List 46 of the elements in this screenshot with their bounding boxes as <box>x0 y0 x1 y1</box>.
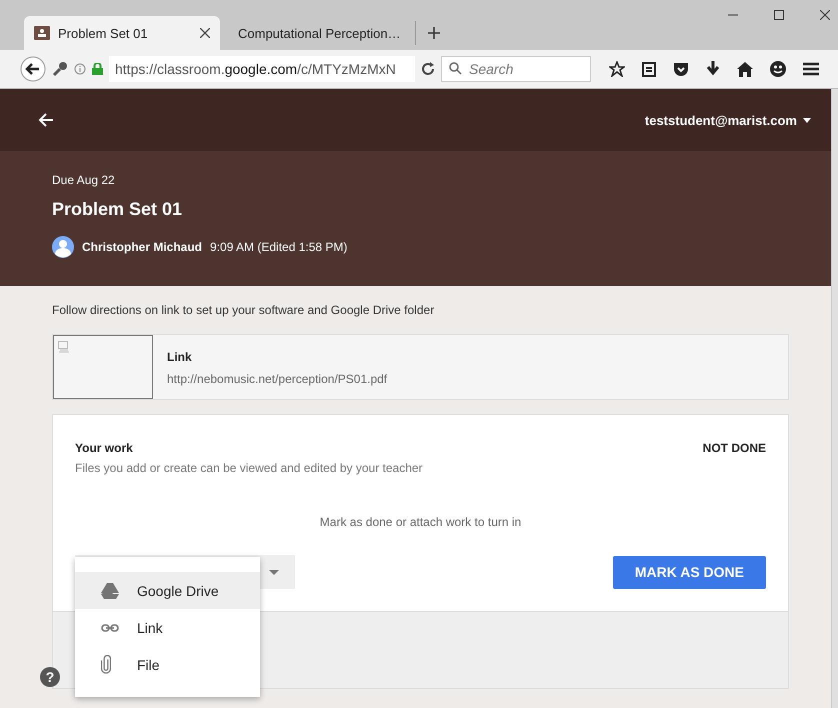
attachment-title: Link <box>167 350 193 364</box>
work-hint: Mark as done or attach work to turn in <box>318 515 522 529</box>
link-icon <box>101 624 119 632</box>
avatar-icon <box>52 236 74 258</box>
lock-icon <box>92 63 103 75</box>
assignment-title: Problem Set 01 <box>52 199 184 220</box>
browser-tab[interactable]: Computational Perception… <box>220 21 416 45</box>
due-date: Due Aug 22 <box>52 173 116 187</box>
info-icon[interactable] <box>74 63 86 75</box>
key-icon[interactable] <box>52 61 68 77</box>
smiley-icon[interactable] <box>770 61 786 77</box>
reload-icon[interactable] <box>421 62 435 76</box>
search-field[interactable]: Search <box>441 56 591 82</box>
menu-icon[interactable] <box>803 62 819 76</box>
attachment-url: http://nebomusic.net/perception/PS01.pdf <box>167 372 388 386</box>
back-arrow-icon[interactable] <box>38 112 54 128</box>
star-icon[interactable] <box>609 61 625 77</box>
maximize-icon[interactable] <box>774 10 784 20</box>
work-subtitle: Files you add or create can be viewed and edited by your teacher <box>74 460 424 475</box>
instructions: Follow directions on link to set up your software and Google Drive folder <box>52 303 436 317</box>
image-placeholder-icon <box>58 341 70 353</box>
post-time: 9:09 AM (Edited 1:58 PM) <box>210 240 348 254</box>
help-icon[interactable]: ? <box>40 667 60 687</box>
attachment-card[interactable]: Link http://nebomusic.net/perception/PS01.pdf <box>52 334 789 400</box>
back-icon[interactable] <box>20 56 46 82</box>
work-title: Your work <box>75 441 133 455</box>
work-status: NOT DONE <box>702 441 766 455</box>
search-icon <box>449 62 462 75</box>
new-tab-icon[interactable] <box>428 27 440 39</box>
account-menu[interactable]: teststudent@marist.com <box>644 112 811 128</box>
scrollbar[interactable] <box>831 89 838 708</box>
mark-as-done-button[interactable]: MARK AS DONE <box>612 556 766 588</box>
download-icon[interactable] <box>706 61 720 77</box>
pocket-icon[interactable] <box>673 62 689 76</box>
browser-tab[interactable]: Problem Set 01 <box>24 16 220 50</box>
menu-item[interactable]: Link <box>75 609 260 646</box>
close-icon[interactable] <box>200 28 210 38</box>
menu-item[interactable]: Google Drive <box>75 572 260 609</box>
classroom-icon <box>34 26 50 40</box>
close-icon[interactable] <box>820 10 830 20</box>
paperclip-icon <box>101 654 111 674</box>
menu-item[interactable]: File <box>75 646 260 683</box>
clipboard-icon[interactable] <box>642 61 656 77</box>
author-name: Christopher Michaud <box>82 240 202 254</box>
home-icon[interactable] <box>737 62 753 76</box>
address-field[interactable]: https://classroom.google.com/c/MTYzMzMxN <box>109 56 415 82</box>
